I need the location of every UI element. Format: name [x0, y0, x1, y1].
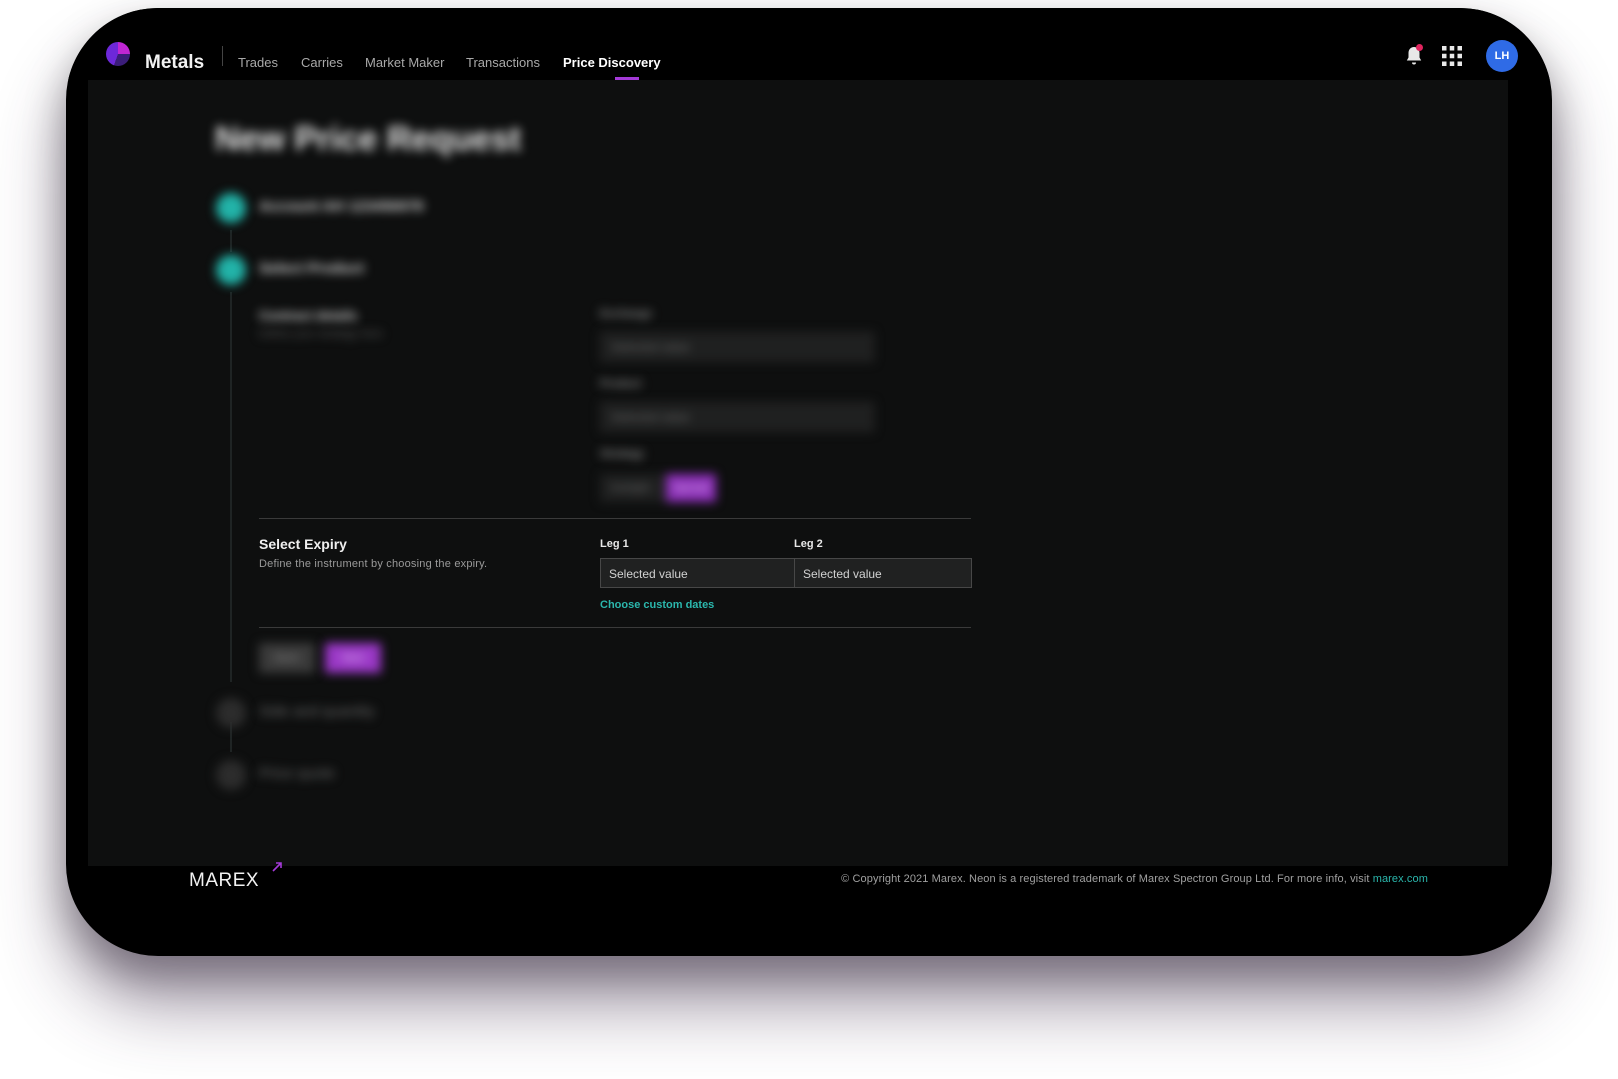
- back-button[interactable]: Back: [259, 643, 315, 673]
- strategy-option-outright[interactable]: Outright: [600, 474, 660, 502]
- select-expiry-desc: Define the instrument by choosing the ex…: [259, 558, 488, 570]
- leg-2-label: Leg 2: [794, 538, 823, 550]
- copyright-label: © Copyright 2021 Marex. Neon is a regist…: [841, 873, 1373, 885]
- leg-1-label: Leg 1: [600, 538, 629, 550]
- exchange-label: Exchange: [600, 308, 652, 320]
- nav-item-price-discovery[interactable]: Price Discovery: [563, 55, 661, 70]
- leg-2-select[interactable]: Selected value: [794, 558, 972, 588]
- step-1-indicator: [216, 193, 246, 223]
- leg-1-select-value: Selected value: [609, 567, 688, 581]
- nav-divider: [222, 46, 223, 66]
- marex-logo: MAREX: [189, 870, 260, 891]
- stepper-connector: [230, 230, 232, 252]
- step-2-indicator: [216, 255, 246, 285]
- main-content: New Price Request Account AH 123456978 S…: [88, 80, 1508, 866]
- step-2-label[interactable]: Select Product: [259, 260, 364, 277]
- leg-1-select[interactable]: Selected value: [600, 558, 795, 588]
- section-divider: [259, 627, 971, 628]
- strategy-option-spread[interactable]: Spread: [666, 474, 716, 502]
- strategy-label: Strategy: [600, 448, 645, 460]
- device-frame: Metals Trades Carries Market Maker Trans…: [66, 8, 1552, 956]
- top-navbar: Metals Trades Carries Market Maker Trans…: [66, 8, 1552, 80]
- step-3-label[interactable]: Side and quantity: [259, 703, 375, 720]
- marex-link[interactable]: marex.com: [1373, 873, 1428, 885]
- stepper-connector: [230, 292, 232, 682]
- grid-icon[interactable]: [1442, 46, 1462, 66]
- exchange-select-value: Selected value: [611, 340, 690, 354]
- contract-details-title: Contract details: [259, 308, 358, 323]
- notification-badge: [1416, 44, 1423, 51]
- nav-item-carries[interactable]: Carries: [301, 55, 343, 70]
- copyright-text: © Copyright 2021 Marex. Neon is a regist…: [841, 873, 1428, 885]
- product-select[interactable]: Selected value: [600, 402, 874, 432]
- nav-item-trades[interactable]: Trades: [238, 55, 278, 70]
- contract-details-desc: Define your strategy here: [259, 328, 383, 340]
- user-avatar[interactable]: LH: [1486, 40, 1518, 72]
- exchange-select[interactable]: Selected value: [600, 332, 874, 362]
- leg-2-select-value: Selected value: [803, 567, 882, 581]
- strategy-toggle: Outright Spread: [600, 474, 716, 502]
- step-3-indicator: [216, 698, 246, 728]
- choose-custom-dates-link[interactable]: Choose custom dates: [600, 599, 714, 611]
- step-4-label[interactable]: Price quote: [259, 765, 335, 782]
- section-divider: [259, 518, 971, 519]
- nav-item-transactions[interactable]: Transactions: [466, 55, 540, 70]
- product-label: Product: [600, 378, 642, 390]
- step-4-indicator: [216, 760, 246, 790]
- marex-logo-arrow-icon: [272, 862, 282, 872]
- select-expiry-title: Select Expiry: [259, 536, 347, 552]
- app-name: Metals: [145, 52, 205, 73]
- app-logo-icon: [106, 42, 130, 66]
- page-title: New Price Request: [215, 120, 522, 158]
- next-button[interactable]: Next: [325, 643, 381, 673]
- step-1-label[interactable]: Account AH 123456978: [259, 198, 424, 215]
- product-select-value: Selected value: [611, 410, 690, 424]
- nav-item-market-maker[interactable]: Market Maker: [365, 55, 444, 70]
